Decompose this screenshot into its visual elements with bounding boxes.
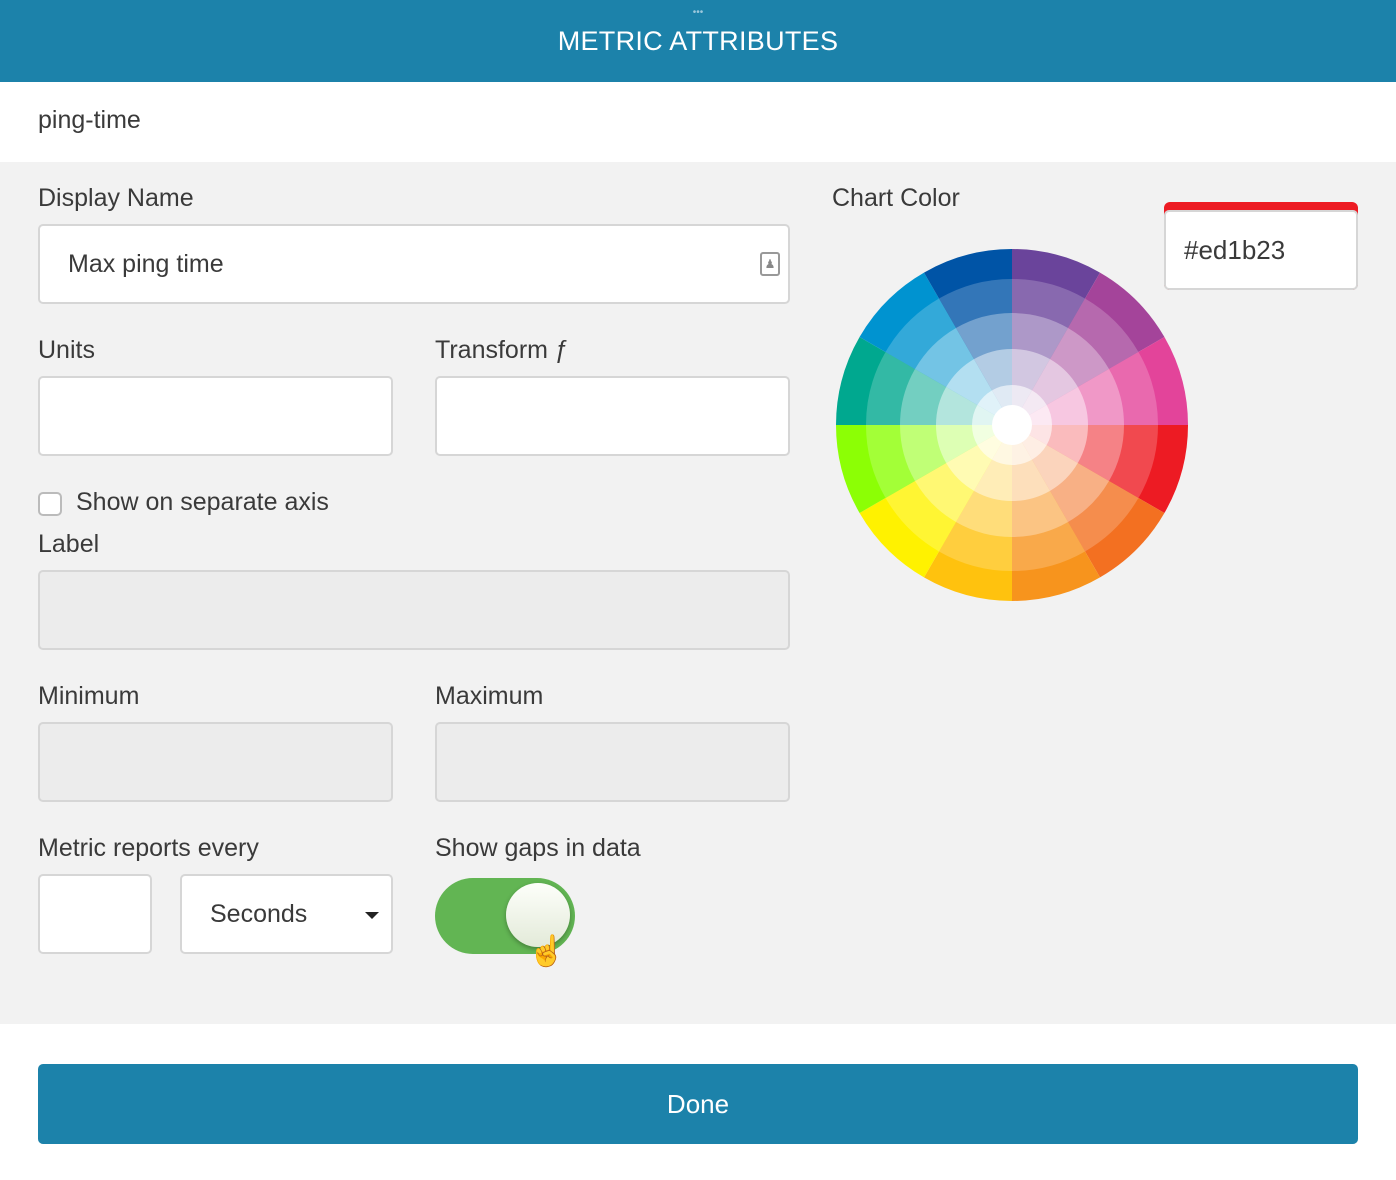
- display-name-input[interactable]: Max ping time ♟: [38, 224, 790, 304]
- dialog-header: ••• METRIC ATTRIBUTES: [0, 0, 1396, 82]
- hand-cursor-icon: ☝: [528, 935, 566, 968]
- reports-every-label: Metric reports every: [38, 834, 259, 862]
- display-name-value: Max ping time: [68, 249, 224, 278]
- transform-input[interactable]: [435, 376, 790, 456]
- color-swatch: #ed1b23: [1164, 202, 1358, 290]
- reports-every-input[interactable]: [38, 874, 152, 954]
- hex-input[interactable]: #ed1b23: [1164, 210, 1358, 290]
- color-segment-white[interactable]: [992, 405, 1032, 445]
- display-name-label: Display Name: [38, 184, 194, 212]
- dialog-title: METRIC ATTRIBUTES: [557, 26, 839, 56]
- drag-handle-icon[interactable]: •••: [690, 8, 706, 18]
- axis-label-input[interactable]: [38, 570, 790, 650]
- metric-id: ping-time: [38, 106, 141, 134]
- axis-label-label: Label: [38, 530, 100, 558]
- contact-card-icon[interactable]: ♟: [760, 252, 780, 276]
- chart-color-label: Chart Color: [832, 184, 960, 212]
- minimum-label: Minimum: [38, 682, 140, 710]
- units-input[interactable]: [38, 376, 393, 456]
- separate-axis-label[interactable]: Show on separate axis: [76, 488, 329, 517]
- separate-axis-checkbox[interactable]: [38, 492, 62, 516]
- color-wheel[interactable]: [832, 245, 1192, 605]
- done-button[interactable]: Done: [38, 1064, 1358, 1144]
- units-label: Units: [38, 336, 95, 364]
- show-gaps-label: Show gaps in data: [435, 834, 641, 862]
- chevron-down-icon: [365, 912, 379, 919]
- transform-label: Transform ƒ: [435, 336, 569, 364]
- maximum-label: Maximum: [435, 682, 544, 710]
- reports-unit-select[interactable]: Seconds: [180, 874, 393, 954]
- minimum-input[interactable]: [38, 722, 393, 802]
- maximum-input[interactable]: [435, 722, 790, 802]
- reports-unit-value: Seconds: [210, 899, 308, 928]
